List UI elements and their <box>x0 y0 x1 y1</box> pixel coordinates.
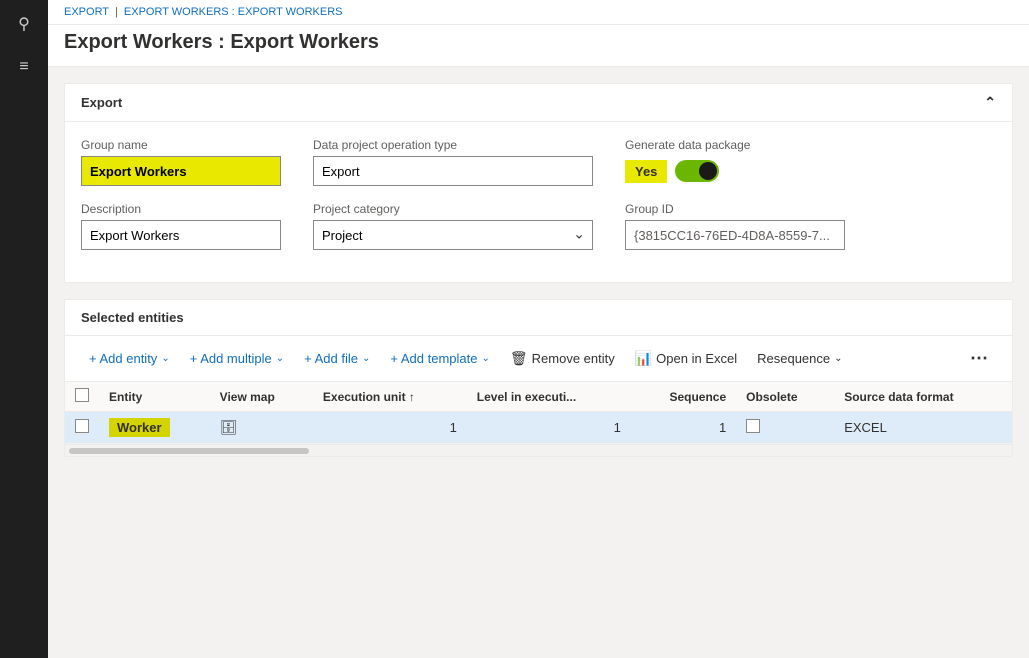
group-name-input[interactable] <box>81 156 281 186</box>
excel-icon: 📊 <box>635 350 652 367</box>
group-name-field: Group name <box>81 138 281 186</box>
row-checkbox-cell <box>65 412 99 444</box>
select-all-checkbox[interactable] <box>75 388 89 402</box>
remove-entity-btn[interactable]: 🗑 Remove entity <box>502 346 623 371</box>
group-name-label: Group name <box>81 138 281 152</box>
add-template-chevron: ⌄ <box>481 353 489 364</box>
toggle-yes-label: Yes <box>625 160 667 183</box>
generate-pkg-field: Generate data package Yes <box>625 138 825 186</box>
remove-entity-label: Remove entity <box>532 351 615 366</box>
level-cell: 1 <box>467 412 631 444</box>
export-card-body: Group name Data project operation type G… <box>65 122 1012 282</box>
group-id-label: Group ID <box>625 202 845 216</box>
entities-table-container: Entity View map Execution unit ↑ Level i… <box>65 382 1012 456</box>
data-project-op-input[interactable] <box>313 156 593 186</box>
more-options-btn[interactable]: ⋯ <box>962 344 996 373</box>
add-file-label: + Add file <box>304 351 358 366</box>
page-title: Export Workers : Export Workers <box>64 31 1013 54</box>
add-entity-label: + Add entity <box>89 351 157 366</box>
entity-name-badge: Worker <box>109 418 170 437</box>
row-checkbox[interactable] <box>75 419 89 433</box>
entities-card-title: Selected entities <box>81 310 184 325</box>
sequence-cell: 1 <box>631 412 736 444</box>
left-nav: ⚲ ≡ <box>0 0 48 658</box>
generate-pkg-toggle[interactable] <box>675 160 719 182</box>
add-entity-chevron: ⌄ <box>161 353 169 364</box>
col-header-obsolete[interactable]: Obsolete <box>736 382 834 412</box>
entities-card-header: Selected entities <box>65 300 1012 336</box>
execution-unit-cell: 1 <box>313 412 467 444</box>
data-project-op-label: Data project operation type <box>313 138 593 152</box>
open-in-excel-btn[interactable]: 📊 Open in Excel <box>627 346 745 371</box>
export-card-title: Export <box>81 95 122 110</box>
form-row-2: Description Project category Project Gro… <box>81 202 996 250</box>
resequence-chevron: ⌄ <box>834 353 842 364</box>
add-template-btn[interactable]: + Add template ⌄ <box>382 347 497 370</box>
page-body: Export ⌃ Group name Data project operati… <box>48 67 1029 658</box>
main-content: EXPORT | EXPORT WORKERS : EXPORT WORKERS… <box>48 0 1029 658</box>
table-row: Worker 🗄 1 1 1 <box>65 412 1012 444</box>
add-multiple-btn[interactable]: + Add multiple ⌄ <box>182 347 292 370</box>
group-id-input[interactable] <box>625 220 845 250</box>
col-header-execution-unit[interactable]: Execution unit ↑ <box>313 382 467 412</box>
add-multiple-label: + Add multiple <box>190 351 272 366</box>
breadcrumb-export[interactable]: EXPORT <box>64 6 109 18</box>
group-id-field: Group ID <box>625 202 845 250</box>
bottom-scrollbar[interactable] <box>65 444 1012 456</box>
entities-card: Selected entities + Add entity ⌄ + Add m… <box>64 299 1013 457</box>
toggle-row: Yes <box>625 156 825 186</box>
description-input[interactable] <box>81 220 281 250</box>
obsolete-cell <box>736 412 834 444</box>
col-header-view-map[interactable]: View map <box>210 382 313 412</box>
breadcrumb-export-workers[interactable]: EXPORT WORKERS : EXPORT WORKERS <box>124 6 343 18</box>
col-header-sequence[interactable]: Sequence <box>631 382 736 412</box>
add-file-btn[interactable]: + Add file ⌄ <box>296 347 378 370</box>
resequence-label: Resequence <box>757 351 830 366</box>
export-card: Export ⌃ Group name Data project operati… <box>64 83 1013 283</box>
page-title-bar: Export Workers : Export Workers <box>48 25 1029 67</box>
remove-icon: 🗑 <box>510 350 528 367</box>
project-category-select[interactable]: Project <box>313 220 593 250</box>
resequence-btn[interactable]: Resequence ⌄ <box>749 347 850 370</box>
project-category-select-wrapper: Project <box>313 220 593 250</box>
view-map-cell[interactable]: 🗄 <box>210 412 313 444</box>
export-card-header: Export ⌃ <box>65 84 1012 122</box>
col-header-check <box>65 382 99 412</box>
source-format-cell: EXCEL <box>834 412 1012 444</box>
export-card-collapse-btn[interactable]: ⌃ <box>984 94 996 111</box>
generate-pkg-label: Generate data package <box>625 138 825 152</box>
toggle-knob <box>699 162 717 180</box>
col-header-source-format[interactable]: Source data format <box>834 382 1012 412</box>
add-multiple-chevron: ⌄ <box>276 353 284 364</box>
description-label: Description <box>81 202 281 216</box>
form-row-1: Group name Data project operation type G… <box>81 138 996 186</box>
add-template-label: + Add template <box>390 351 477 366</box>
filter-icon[interactable]: ⚲ <box>14 10 34 38</box>
add-file-chevron: ⌄ <box>362 353 370 364</box>
data-project-op-field: Data project operation type <box>313 138 593 186</box>
add-entity-btn[interactable]: + Add entity ⌄ <box>81 347 178 370</box>
entity-table: Entity View map Execution unit ↑ Level i… <box>65 382 1012 444</box>
project-category-field: Project category Project <box>313 202 593 250</box>
entity-name-cell[interactable]: Worker <box>99 412 210 444</box>
project-category-label: Project category <box>313 202 593 216</box>
obsolete-checkbox[interactable] <box>746 419 760 433</box>
table-scroll-area[interactable]: Entity View map Execution unit ↑ Level i… <box>65 382 1012 444</box>
scrollbar-track <box>69 448 309 454</box>
entities-toolbar: + Add entity ⌄ + Add multiple ⌄ + Add fi… <box>65 336 1012 382</box>
view-map-icon[interactable]: 🗄 <box>220 419 238 435</box>
col-header-entity[interactable]: Entity <box>99 382 210 412</box>
breadcrumb: EXPORT | EXPORT WORKERS : EXPORT WORKERS <box>48 0 1029 25</box>
description-field: Description <box>81 202 281 250</box>
menu-icon[interactable]: ≡ <box>15 54 32 80</box>
col-header-level[interactable]: Level in executi... <box>467 382 631 412</box>
open-in-excel-label: Open in Excel <box>656 351 737 366</box>
